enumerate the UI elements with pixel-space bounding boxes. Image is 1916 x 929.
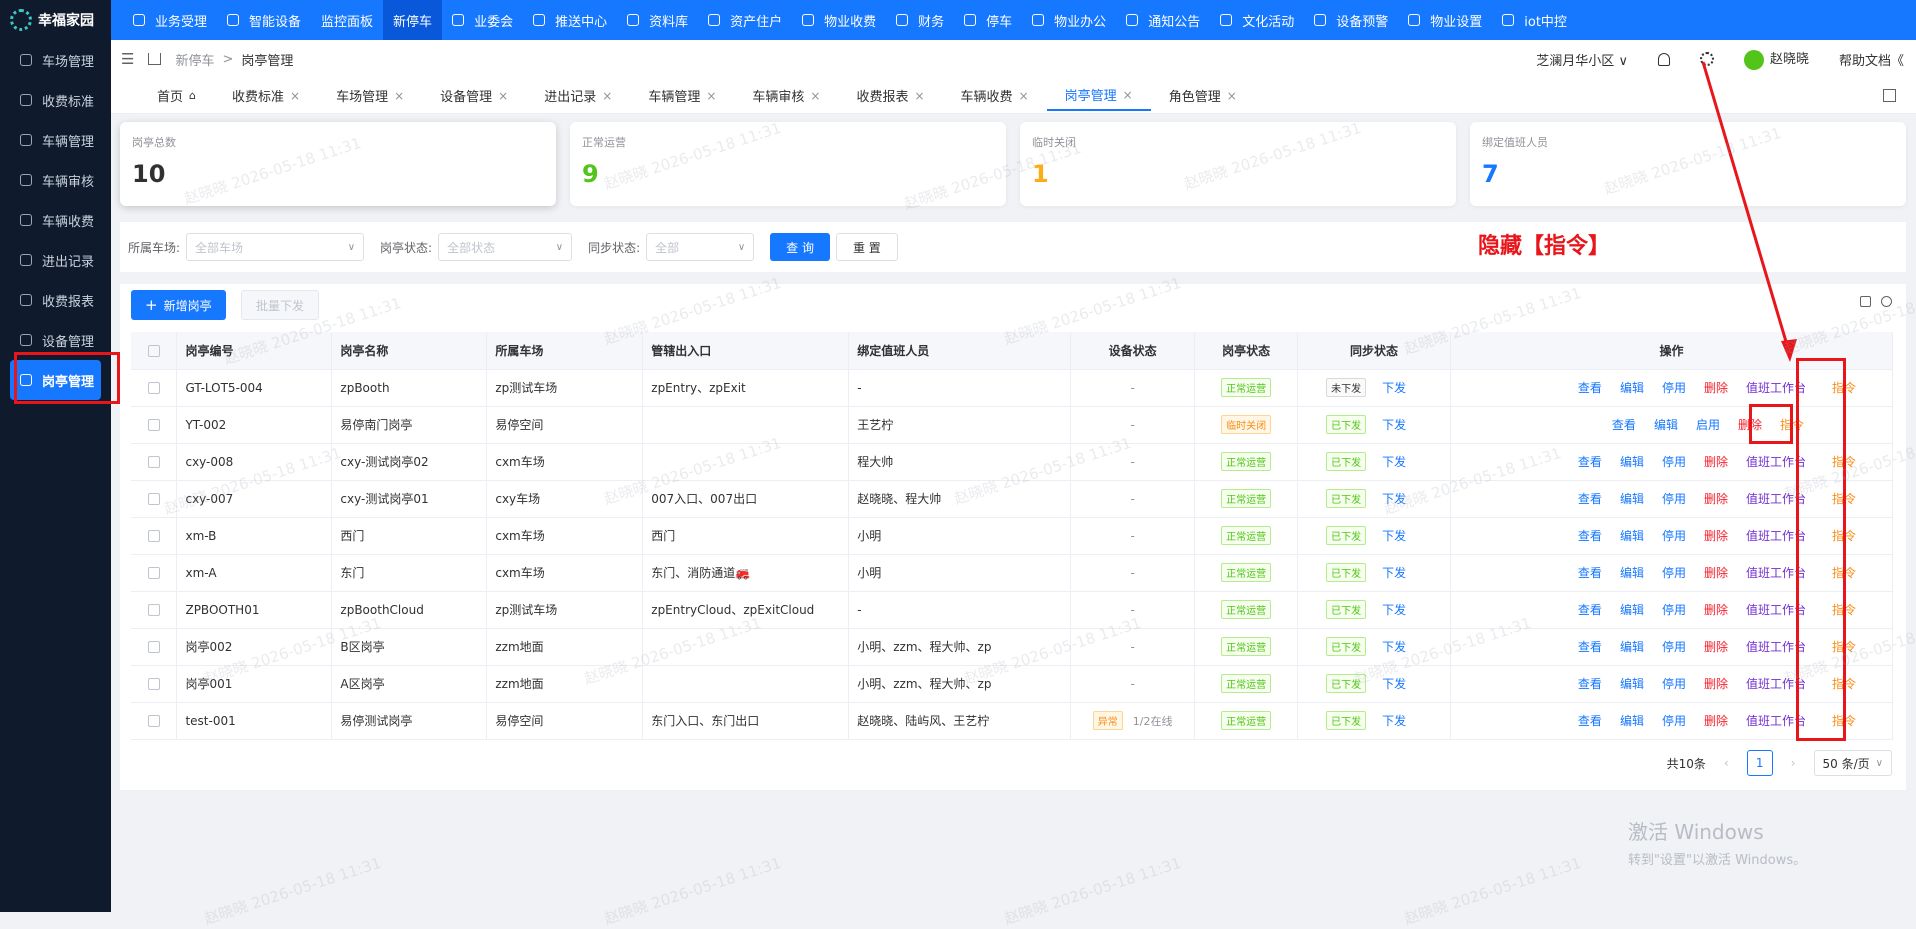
windows-activate-title: 激活 Windows	[1628, 820, 1764, 844]
windows-activate-hint: 转到"设置"以激活 Windows。	[1628, 853, 1807, 868]
annotation-arrow	[1701, 61, 1797, 362]
windows-activation-watermark: 激活 Windows 转到"设置"以激活 Windows。	[1628, 816, 1806, 868]
